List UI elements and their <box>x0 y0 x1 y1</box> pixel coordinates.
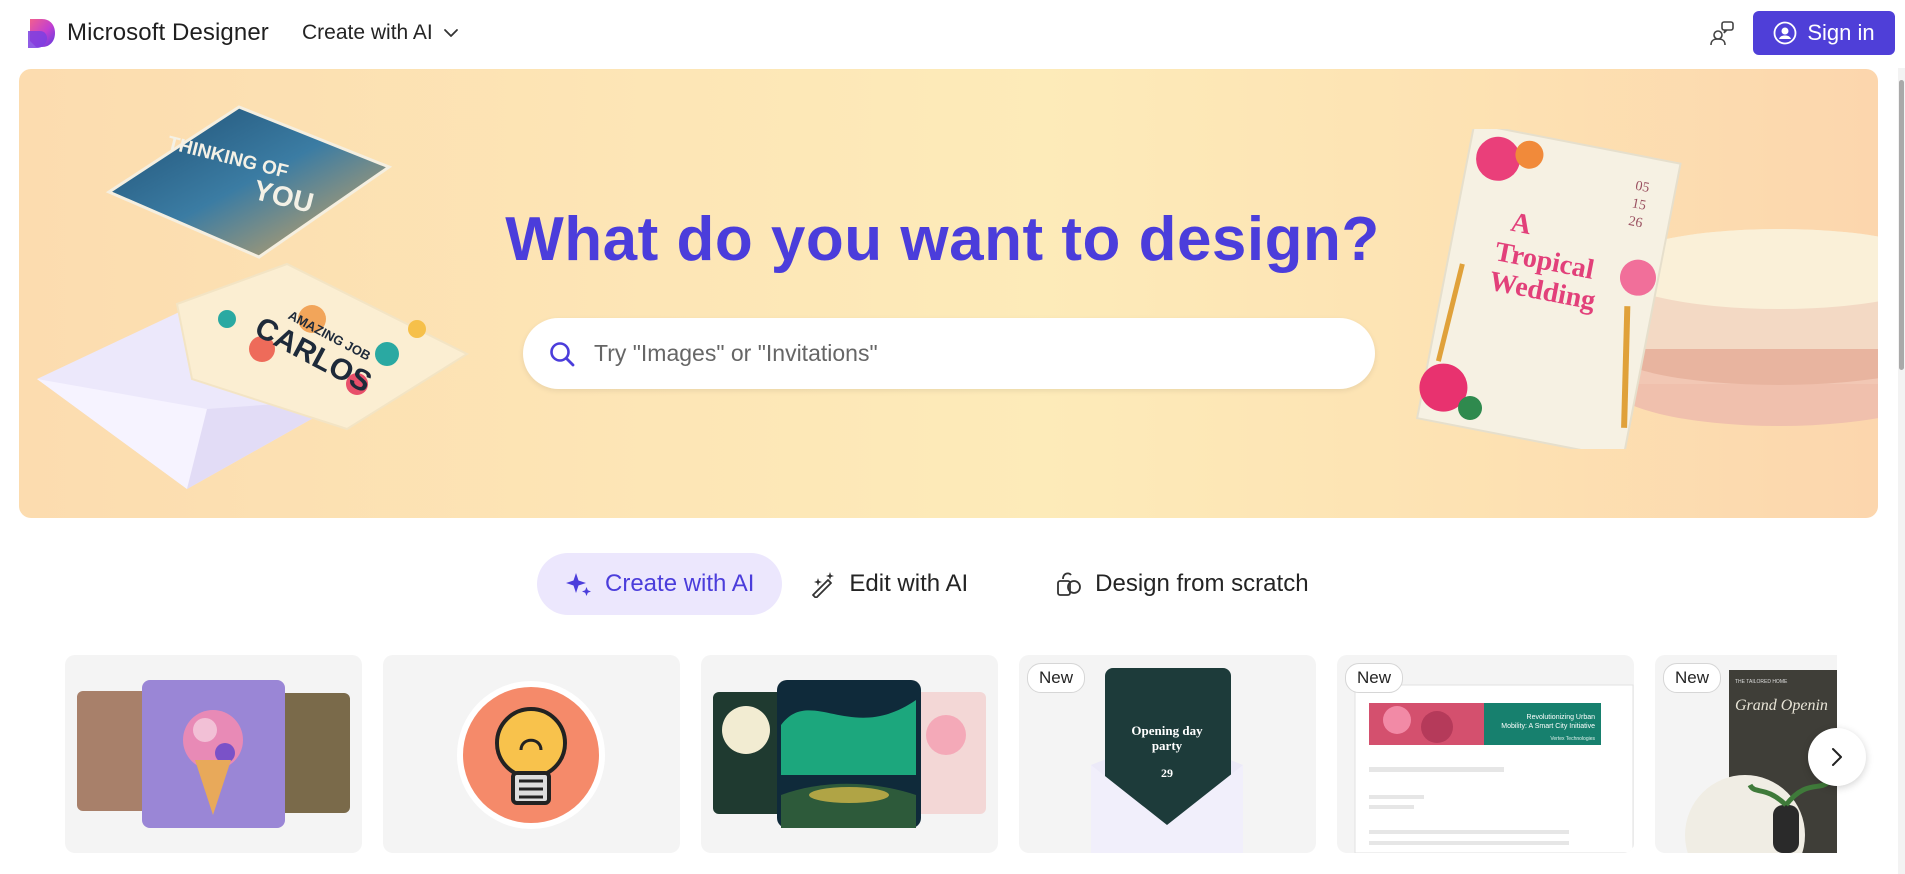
chevron-down-icon <box>443 29 458 37</box>
art-text: 05 <box>1634 179 1651 196</box>
designer-logo-icon[interactable] <box>26 17 56 49</box>
carousel-next-button[interactable] <box>1808 728 1866 786</box>
template-card[interactable] <box>701 655 998 853</box>
card-thumb-text: Revolutionizing Urban <box>1527 714 1596 721</box>
art-text: 15 <box>1631 196 1648 213</box>
card-thumb-text: 29 <box>1161 766 1173 780</box>
create-with-ai-menu[interactable]: Create with AI <box>302 21 459 45</box>
amazing-job-card-image: AMAZING JOB CARLOS <box>37 262 470 489</box>
brand-name[interactable]: Microsoft Designer <box>67 19 269 47</box>
tropical-wedding-invitation-image: 05 15 26 A Tropical Wedding <box>1415 129 1682 449</box>
card-thumb-text: Mobility: A Smart City Initiative <box>1501 723 1595 730</box>
template-card[interactable]: Opening day party 29 New <box>1019 655 1316 853</box>
top-bar: Microsoft Designer Create with AI Sign i… <box>0 0 1905 68</box>
search-icon <box>550 341 575 366</box>
search-box[interactable] <box>523 318 1375 389</box>
hero-title-text: What do you want to design? <box>505 205 1380 274</box>
tab-create-with-ai[interactable]: Create with AI <box>537 553 783 615</box>
template-card[interactable]: Revolutionizing Urban Mobility: A Smart … <box>1337 655 1634 853</box>
sparkle-icon <box>566 573 591 596</box>
template-card[interactable] <box>383 655 680 853</box>
new-badge: New <box>1345 663 1404 693</box>
user-circle-icon <box>1773 21 1797 45</box>
image-collage-thumbnail <box>77 680 350 828</box>
card-thumb-text: Opening day <box>1131 723 1203 738</box>
template-card[interactable] <box>65 655 362 853</box>
card-thumb-text: Grand Openin <box>1735 697 1828 714</box>
art-text: 26 <box>1627 214 1644 231</box>
card-thumb-text: Vertex Technologies <box>1550 736 1595 742</box>
tab-label: Edit with AI <box>849 570 969 597</box>
lightbulb-sticker-thumbnail <box>457 681 605 829</box>
search-input[interactable] <box>592 339 1356 368</box>
tab-label: Create with AI <box>605 570 755 597</box>
new-badge: New <box>1663 663 1722 693</box>
tab-label: Design from scratch <box>1095 570 1309 597</box>
tab-design-from-scratch[interactable]: Design from scratch <box>1037 553 1337 615</box>
scrollbar-thumb[interactable] <box>1899 80 1904 370</box>
mode-tabs: Create with AI Edit with AI Design from … <box>537 553 1338 615</box>
magic-wand-icon <box>812 572 835 598</box>
create-menu-label: Create with AI <box>302 21 433 44</box>
new-badge: New <box>1027 663 1086 693</box>
shapes-icon <box>1057 572 1082 596</box>
tab-edit-with-ai[interactable]: Edit with AI <box>799 553 997 615</box>
aurora-image-thumbnail <box>713 680 986 828</box>
card-thumb-text: THE TAILORED HOME <box>1735 679 1788 685</box>
card-thumb-text: party <box>1152 738 1183 753</box>
feedback-icon[interactable] <box>1709 20 1735 46</box>
sign-in-label: Sign in <box>1807 20 1875 45</box>
hero-banner: THINKING OF YOU AMAZING JOB CARLOS What … <box>19 69 1878 518</box>
sign-in-button[interactable]: Sign in <box>1753 11 1895 55</box>
chevron-right-icon <box>1832 748 1842 766</box>
